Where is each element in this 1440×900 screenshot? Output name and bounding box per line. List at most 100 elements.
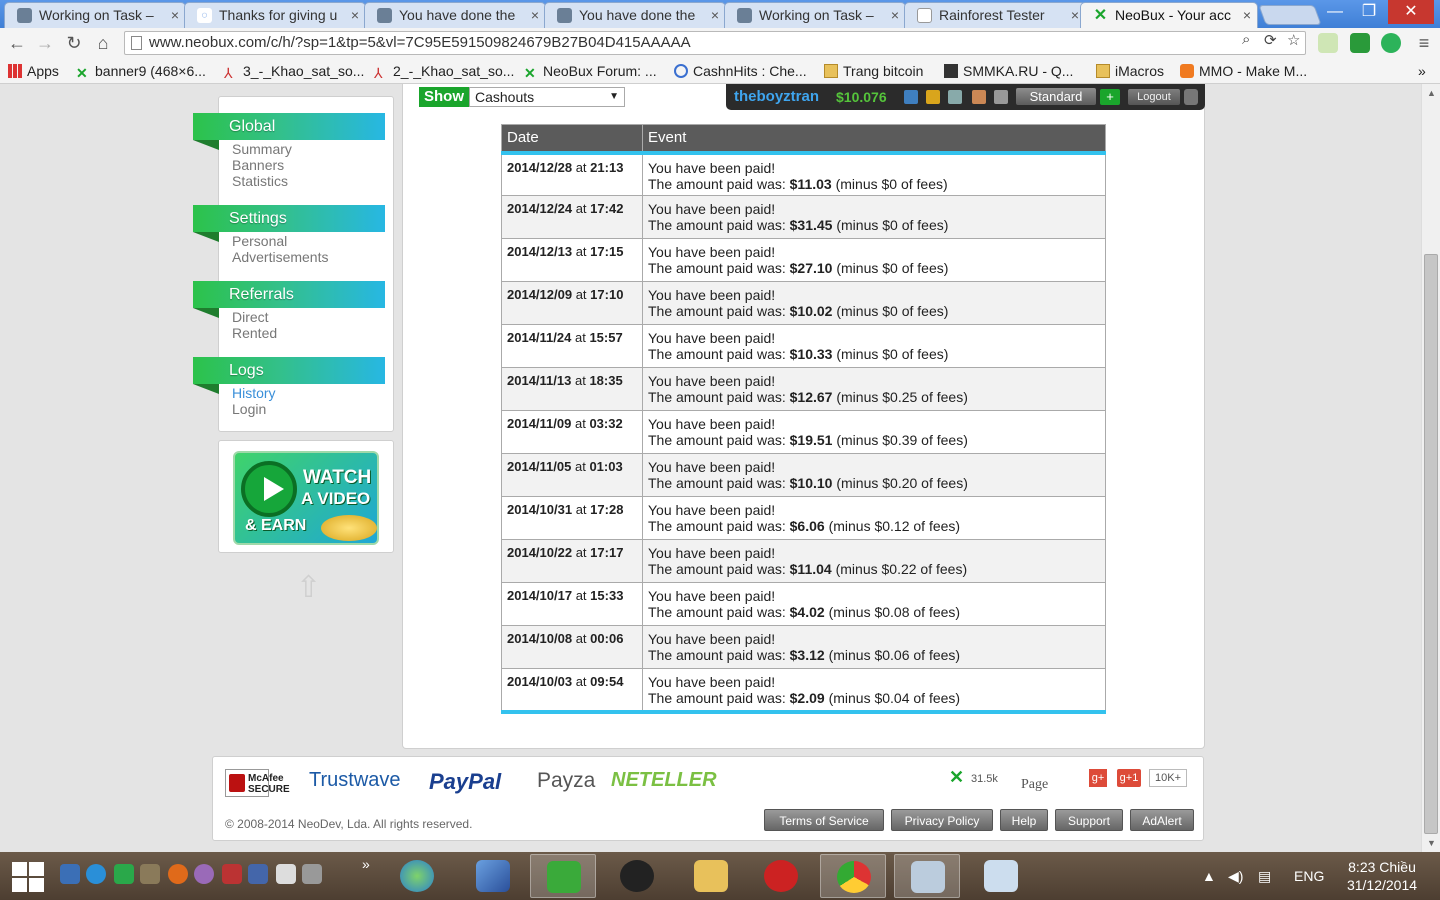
user-icon[interactable] bbox=[904, 90, 918, 104]
bookmarks-more-icon[interactable]: » bbox=[1418, 61, 1426, 81]
bookmark-mmo[interactable]: MMO - Make M... bbox=[1180, 61, 1307, 81]
neobux-x-icon[interactable]: ✕ bbox=[949, 767, 964, 788]
app-icon[interactable] bbox=[114, 864, 134, 884]
sidebar-item-summary[interactable]: Summary bbox=[232, 141, 292, 157]
internet-explorer-icon[interactable] bbox=[86, 864, 106, 884]
close-tab-icon[interactable]: × bbox=[351, 3, 359, 27]
home-icon[interactable]: ⌂ bbox=[92, 32, 114, 54]
back-icon[interactable]: ← bbox=[6, 32, 28, 54]
terms-of-service-link[interactable]: Terms of Service bbox=[764, 809, 884, 831]
username-link[interactable]: theboyztran bbox=[734, 88, 819, 105]
app-icon[interactable] bbox=[248, 864, 268, 884]
logout-button[interactable]: Logout bbox=[1128, 89, 1180, 105]
forward-icon[interactable]: → bbox=[34, 32, 56, 54]
lock-icon[interactable] bbox=[1184, 89, 1198, 105]
privacy-policy-link[interactable]: Privacy Policy bbox=[891, 809, 993, 831]
extension-icon[interactable] bbox=[1381, 33, 1401, 53]
taskbar-app[interactable] bbox=[748, 854, 814, 898]
extension-icon[interactable] bbox=[1318, 33, 1338, 53]
stats-icon[interactable] bbox=[948, 90, 962, 104]
tab-4[interactable]: You have done the × bbox=[544, 2, 726, 28]
bookmark-trang-bitcoin[interactable]: Trang bitcoin bbox=[824, 61, 923, 81]
menu-icon[interactable]: ≡ bbox=[1413, 32, 1435, 54]
sidebar-item-statistics[interactable]: Statistics bbox=[232, 173, 288, 189]
new-tab-button[interactable] bbox=[1258, 5, 1322, 25]
scroll-top-arrow-icon[interactable]: ⇧ bbox=[296, 570, 321, 605]
windows-start-icon[interactable] bbox=[12, 862, 46, 892]
watch-video-earn-button[interactable]: WATCH A VIDEO & EARN bbox=[233, 451, 379, 545]
link-icon[interactable] bbox=[994, 90, 1008, 104]
help-link[interactable]: Help bbox=[1000, 809, 1048, 831]
taskbar-app[interactable] bbox=[894, 854, 960, 898]
taskbar-chrome[interactable] bbox=[820, 854, 886, 898]
close-tab-icon[interactable]: × bbox=[171, 3, 179, 27]
sidebar-item-personal[interactable]: Personal bbox=[232, 233, 287, 249]
google-plus-one-button[interactable]: g+1 bbox=[1117, 769, 1141, 787]
clock[interactable]: 8:23 Chiều 31/12/2014 bbox=[1340, 858, 1424, 894]
tab-6[interactable]: Rainforest Tester × bbox=[904, 2, 1086, 28]
input-language[interactable]: ENG bbox=[1294, 868, 1324, 884]
adalert-link[interactable]: AdAlert bbox=[1130, 809, 1194, 831]
bookmark-imacros[interactable]: iMacros bbox=[1096, 61, 1164, 81]
network-icon[interactable]: ▤ bbox=[1258, 868, 1271, 885]
google-plus-icon[interactable]: g+ bbox=[1089, 769, 1107, 787]
volume-icon[interactable]: ◀) bbox=[1228, 868, 1243, 885]
close-tab-icon[interactable]: × bbox=[1071, 3, 1079, 27]
sync-icon[interactable]: ⟳ bbox=[1264, 31, 1277, 49]
tab-2[interactable]: ◌ Thanks for giving u × bbox=[184, 2, 366, 28]
bookmark-neobux-forum[interactable]: ✕ NeoBux Forum: ... bbox=[524, 61, 657, 81]
bookmark-apps[interactable]: Apps bbox=[8, 61, 59, 81]
maximize-icon[interactable]: ❐ bbox=[1352, 0, 1386, 24]
bookmark-star-icon[interactable]: ☆ bbox=[1287, 31, 1300, 49]
tab-5[interactable]: Working on Task – × bbox=[724, 2, 906, 28]
bookmark-banner9[interactable]: ✕ banner9 (468×6... bbox=[76, 61, 206, 81]
close-tab-icon[interactable]: × bbox=[711, 3, 719, 27]
scroll-up-icon[interactable]: ▲ bbox=[1427, 88, 1436, 98]
taskbar-calculator[interactable] bbox=[968, 854, 1034, 898]
app-icon[interactable] bbox=[140, 864, 160, 884]
golden-user-icon[interactable] bbox=[926, 90, 940, 104]
app-icon[interactable] bbox=[168, 864, 188, 884]
close-tab-icon[interactable]: × bbox=[531, 3, 539, 27]
tray-expand-icon[interactable]: ▲ bbox=[1202, 868, 1216, 884]
desktop-icon[interactable] bbox=[60, 864, 80, 884]
taskbar-download-manager[interactable] bbox=[384, 854, 450, 898]
taskbar-app[interactable] bbox=[460, 854, 526, 898]
sidebar-item-login[interactable]: Login bbox=[232, 401, 266, 417]
tools-icon[interactable] bbox=[972, 90, 986, 104]
upgrade-plus-button[interactable]: + bbox=[1100, 89, 1120, 105]
address-bar[interactable]: www.neobux.com/c/h/?sp=1&tp=5&vl=7C95E59… bbox=[124, 31, 1306, 55]
app-icon[interactable] bbox=[302, 864, 322, 884]
reload-icon[interactable]: ↻ bbox=[63, 32, 85, 54]
taskbar-explorer[interactable] bbox=[678, 854, 744, 898]
tab-7-active[interactable]: ✕ NeoBux - Your acc × bbox=[1080, 2, 1258, 28]
taskbar-more-icon[interactable]: » bbox=[362, 856, 370, 872]
sidebar-item-direct[interactable]: Direct bbox=[232, 309, 269, 325]
minimize-icon[interactable]: — bbox=[1318, 0, 1352, 24]
taskbar-app-active[interactable] bbox=[530, 854, 596, 898]
extension-icon[interactable] bbox=[1350, 33, 1370, 53]
scroll-thumb[interactable] bbox=[1424, 254, 1438, 834]
bookmark-cashnhits[interactable]: CashnHits : Che... bbox=[674, 61, 807, 81]
bookmark-smmka[interactable]: SMMKA.RU - Q... bbox=[944, 61, 1073, 81]
close-tab-icon[interactable]: × bbox=[891, 3, 899, 27]
history-type-select[interactable]: Cashouts ▼ bbox=[469, 87, 625, 107]
close-window-icon[interactable]: ✕ bbox=[1388, 0, 1434, 24]
membership-badge[interactable]: Standard bbox=[1016, 88, 1096, 105]
taskbar-media[interactable] bbox=[604, 854, 670, 898]
bookmark-khao-sat-2[interactable]: ⅄ 2_-_Khao_sat_so... bbox=[374, 61, 514, 81]
page-scrollbar[interactable]: ▲ ▼ bbox=[1421, 84, 1440, 852]
bookmark-khao-sat-3[interactable]: ⅄ 3_-_Khao_sat_so... bbox=[224, 61, 364, 81]
sidebar-item-history[interactable]: History bbox=[232, 385, 276, 401]
sidebar-item-rented[interactable]: Rented bbox=[232, 325, 277, 341]
support-link[interactable]: Support bbox=[1055, 809, 1123, 831]
app-icon[interactable] bbox=[194, 864, 214, 884]
sidebar-item-advertisements[interactable]: Advertisements bbox=[232, 249, 328, 265]
scroll-down-icon[interactable]: ▼ bbox=[1427, 838, 1436, 848]
tab-1[interactable]: Working on Task – × bbox=[4, 2, 186, 28]
zoom-icon[interactable]: ⌕ bbox=[1242, 31, 1250, 48]
sidebar-item-banners[interactable]: Banners bbox=[232, 157, 284, 173]
tab-3[interactable]: You have done the × bbox=[364, 2, 546, 28]
close-tab-icon[interactable]: × bbox=[1243, 3, 1251, 27]
facebook-page-text[interactable]: Page bbox=[1021, 777, 1048, 793]
